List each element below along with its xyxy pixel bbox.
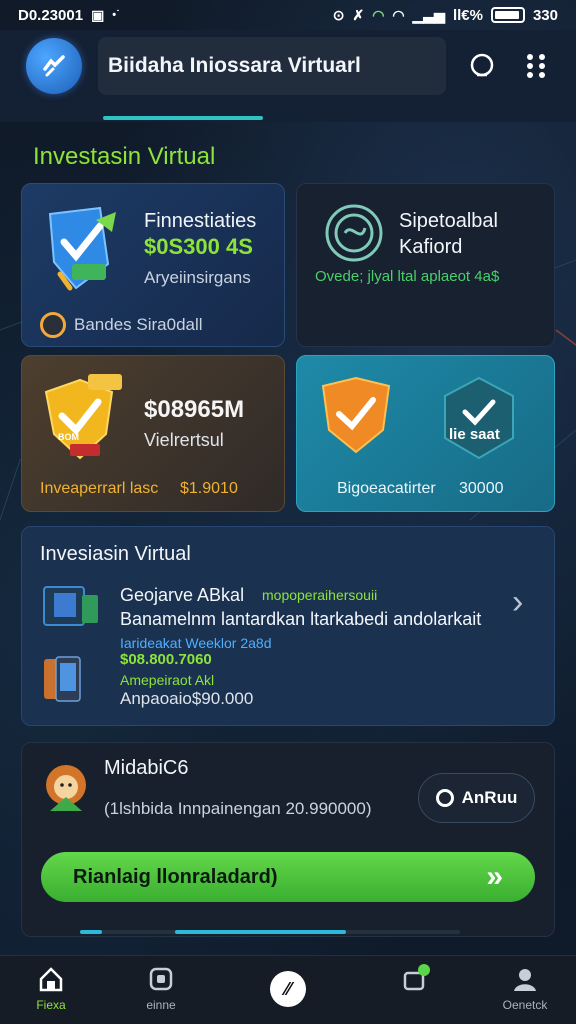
chevron-right-icon[interactable]: ›: [512, 583, 523, 622]
invest-panel[interactable]: Invesiasin Virtual Geojarve ABkal mopope…: [21, 526, 555, 726]
card3-subtitle: Vielrertsul: [144, 430, 224, 450]
progress-fill: [175, 930, 346, 934]
gold-shield-icon: [40, 372, 132, 464]
card4-footer-value: 30000: [459, 480, 504, 497]
status-time-right: 330: [532, 6, 558, 24]
center-action-icon[interactable]: ⁄⁄: [270, 971, 306, 1007]
investment-card-4[interactable]: lie saat Bigoeacatirter 30000: [296, 355, 555, 512]
section-title: Investasin Virtual: [33, 143, 216, 170]
notification-badge: [418, 964, 430, 976]
invest-link[interactable]: Iarideakat Weeklor 2a8d: [120, 635, 272, 651]
cta-label: Rianlaig llonraladard): [73, 865, 278, 888]
reward-progress: [80, 930, 460, 934]
invest-description: Banamelnm lantardkan ltarkabedi andolark…: [120, 609, 482, 629]
phones-icon: [42, 655, 86, 705]
wifi-icon-2: ◠: [392, 6, 405, 23]
double-chevron-icon: »: [486, 860, 503, 893]
app-header: Biidaha Iniossara Virtuarl: [0, 30, 576, 122]
cta-button[interactable]: Rianlaig llonraladard) »: [41, 852, 535, 902]
headset-icon: [470, 53, 494, 77]
invest-small-label: Amepeiraot Akl: [120, 672, 215, 688]
investment-card-3[interactable]: BOM $08965M Vielrertsul Inveaperrarl las…: [21, 355, 285, 512]
card2-subtitle: Ovede; jlyal ltal aplaeot 4a$: [315, 268, 500, 285]
nav-label-home: Fiexa: [36, 998, 66, 1012]
invest-panel-title: Invesiasin Virtual: [40, 543, 191, 565]
card4-shield-text: lie saat: [449, 426, 500, 443]
card3-badge: BOM: [58, 432, 79, 442]
profile-icon: [510, 964, 540, 994]
small-dot-icon: •˙: [112, 9, 120, 21]
blue-shield-icon: [40, 202, 132, 294]
nav-item-profile[interactable]: Oenetck: [480, 964, 570, 1012]
square-icon: [146, 964, 176, 994]
nav-item-second[interactable]: einne: [116, 964, 206, 1012]
devices-icon: [42, 585, 102, 631]
card1-amount: $0S300 4S: [144, 234, 253, 259]
reward-panel: MidabiC6 (1lshbida Innpainengan 20.99000…: [21, 742, 555, 937]
nav-label-second: einne: [146, 998, 176, 1012]
app-title: Biidaha Iniossara Virtuarl: [98, 37, 446, 95]
battery-icon: [490, 7, 525, 23]
card1-subtitle: Aryeiinsirgans: [144, 268, 251, 287]
more-dots-icon: [527, 54, 545, 78]
invest-amount: $08.800.7060: [120, 651, 212, 668]
signal-icon: ▁▃▅: [412, 6, 445, 23]
wifi-icon: ◠: [372, 6, 385, 23]
support-button[interactable]: [462, 46, 502, 86]
bottom-nav: Fiexa einne ⁄⁄ Oenetck: [0, 955, 576, 1024]
progress-start: [80, 930, 102, 934]
card1-footer: Bandes Sira0dall: [40, 312, 203, 338]
nav-item-notifications[interactable]: [370, 964, 460, 994]
coin-icon: [40, 312, 66, 338]
investment-card-2[interactable]: Sipetoalbal Kafiord Ovede; jlyal ltal ap…: [296, 183, 555, 347]
card1-title: Finnestiaties: [144, 210, 257, 232]
investment-card-1[interactable]: Finnestiaties $0S300 4S Aryeiinsirgans B…: [21, 183, 285, 347]
card3-footer-value: $1.9010: [180, 480, 238, 497]
card3-footer-label: Inveaperrarl lasc: [40, 480, 159, 497]
reward-title: MidabiC6: [104, 757, 189, 779]
reward-action-button[interactable]: AnRuu: [418, 773, 535, 823]
status-bar: D0.23001 ▣ •˙ ⊙ ✗ ◠ ◠ ▁▃▅ ll€% 330: [0, 0, 576, 30]
orange-shield-icon: [319, 374, 393, 456]
alarm-icon: ⊙: [332, 6, 345, 23]
card1-footer-text: Bandes Sira0dall: [74, 315, 203, 334]
globe-icon: [323, 202, 385, 264]
invest-item-tag: mopoperaihersouii: [262, 587, 378, 603]
hex-check-icon: [443, 376, 515, 460]
card2-title-line1: Sipetoalbal: [399, 210, 498, 232]
reward-action-label: AnRuu: [461, 788, 518, 807]
mute-icon: ✗: [352, 6, 365, 23]
card2-title-line2: Kafiord: [399, 236, 463, 258]
reward-description: (1lshbida Innpainengan 20.990000): [104, 799, 372, 818]
invest-total: Anpaoaio$90.000: [120, 689, 254, 708]
app-logo-icon[interactable]: [26, 38, 82, 94]
more-menu-button[interactable]: [516, 46, 556, 86]
status-time-left: D0.23001: [18, 6, 84, 24]
nav-item-home[interactable]: Fiexa: [6, 964, 96, 1012]
card4-footer-label: Bigoeacatirter: [337, 480, 436, 497]
invest-item-title: Geojarve ABkal: [120, 585, 245, 605]
battery-percent: ll€%: [452, 6, 483, 24]
lion-avatar-icon: [40, 761, 92, 817]
card3-amount: $08965M: [144, 396, 245, 423]
nav-label-profile: Oenetck: [502, 998, 548, 1012]
home-icon: [36, 964, 66, 994]
tab-indicator: [103, 116, 263, 120]
toggle-icon: [435, 789, 454, 807]
notification-box-icon: ▣: [91, 6, 105, 23]
notification-icon: [400, 964, 430, 994]
